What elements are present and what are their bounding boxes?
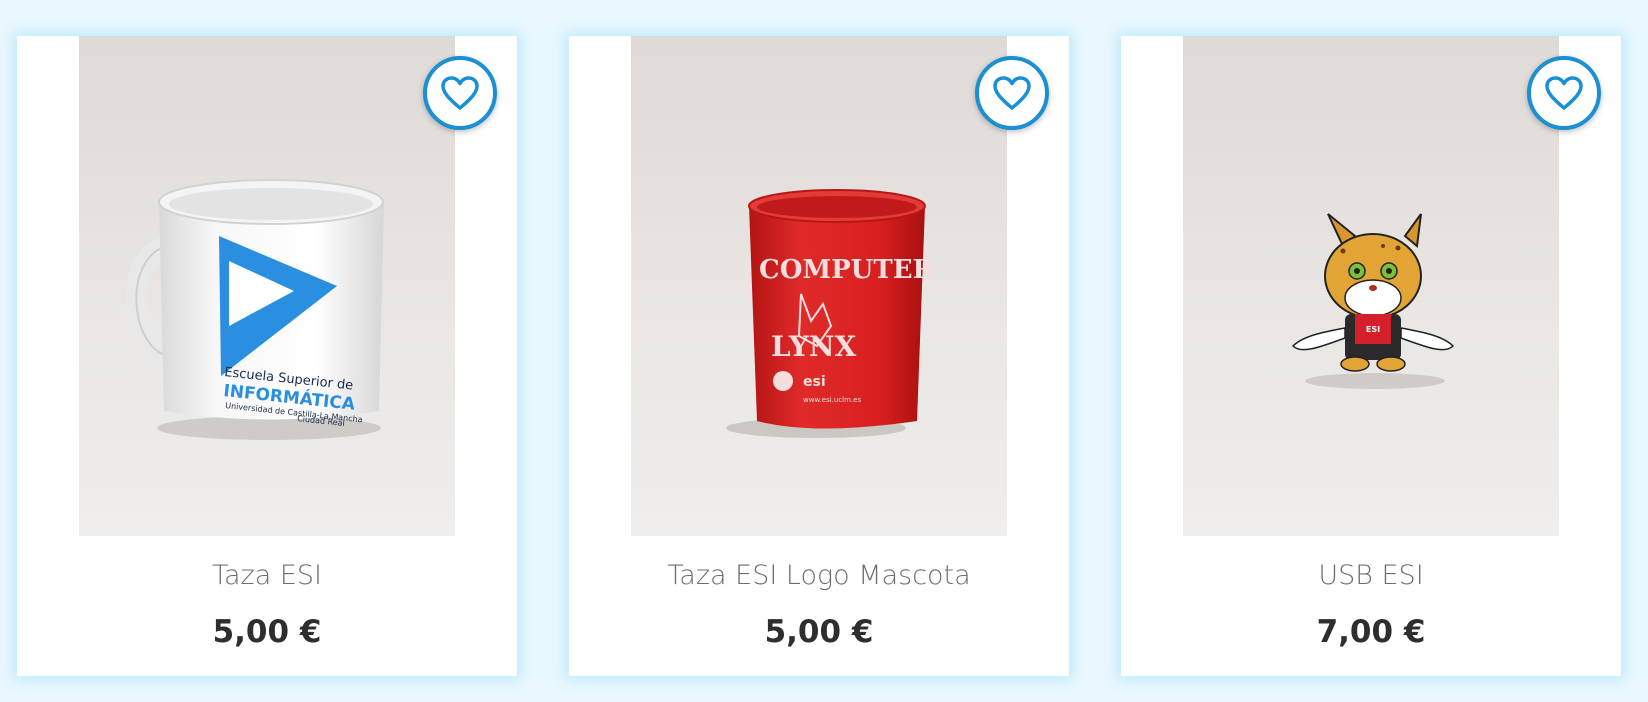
- mug2-text-computer: COMPUTER: [759, 255, 935, 285]
- product-card[interactable]: ESI USB ESI 7,00 €: [1121, 36, 1621, 676]
- product-price: 7,00 €: [1316, 614, 1426, 650]
- heart-outline-icon: [1545, 76, 1583, 110]
- mug2-text-url: www.esi.uclm.es: [803, 396, 861, 404]
- product-name[interactable]: Taza ESI: [17, 560, 517, 591]
- wishlist-button[interactable]: [423, 56, 497, 130]
- wishlist-button[interactable]: [975, 56, 1049, 130]
- product-image-taza-esi[interactable]: Escuela Superior de INFORMÁTICA Universi…: [79, 36, 455, 536]
- product-name[interactable]: Taza ESI Logo Mascota: [569, 560, 1069, 591]
- heart-outline-icon: [993, 76, 1031, 110]
- product-card[interactable]: COMPUTER LYNX esi www.esi.uclm.es Taza E…: [569, 36, 1069, 676]
- mug2-text-esi: esi: [803, 374, 826, 390]
- product-image-taza-esi-logo-mascota[interactable]: COMPUTER LYNX esi www.esi.uclm.es: [631, 36, 1007, 536]
- product-image-usb-esi[interactable]: ESI: [1183, 36, 1559, 536]
- mug2-text-lynx: LYNX: [771, 330, 856, 363]
- usb-shirt-text: ESI: [1366, 325, 1380, 334]
- product-grid: Escuela Superior de INFORMÁTICA Universi…: [0, 0, 1648, 702]
- mug-red-illustration: COMPUTER LYNX esi www.esi.uclm.es: [726, 189, 935, 438]
- product-card[interactable]: Escuela Superior de INFORMÁTICA Universi…: [17, 36, 517, 676]
- mug-white-illustration: Escuela Superior de INFORMÁTICA Universi…: [125, 179, 384, 440]
- product-name[interactable]: USB ESI: [1121, 560, 1621, 591]
- product-price: 5,00 €: [764, 614, 874, 650]
- wishlist-button[interactable]: [1527, 56, 1601, 130]
- heart-outline-icon: [441, 76, 479, 110]
- product-price: 5,00 €: [212, 614, 322, 650]
- lynx-usb-illustration: ESI: [1291, 213, 1455, 389]
